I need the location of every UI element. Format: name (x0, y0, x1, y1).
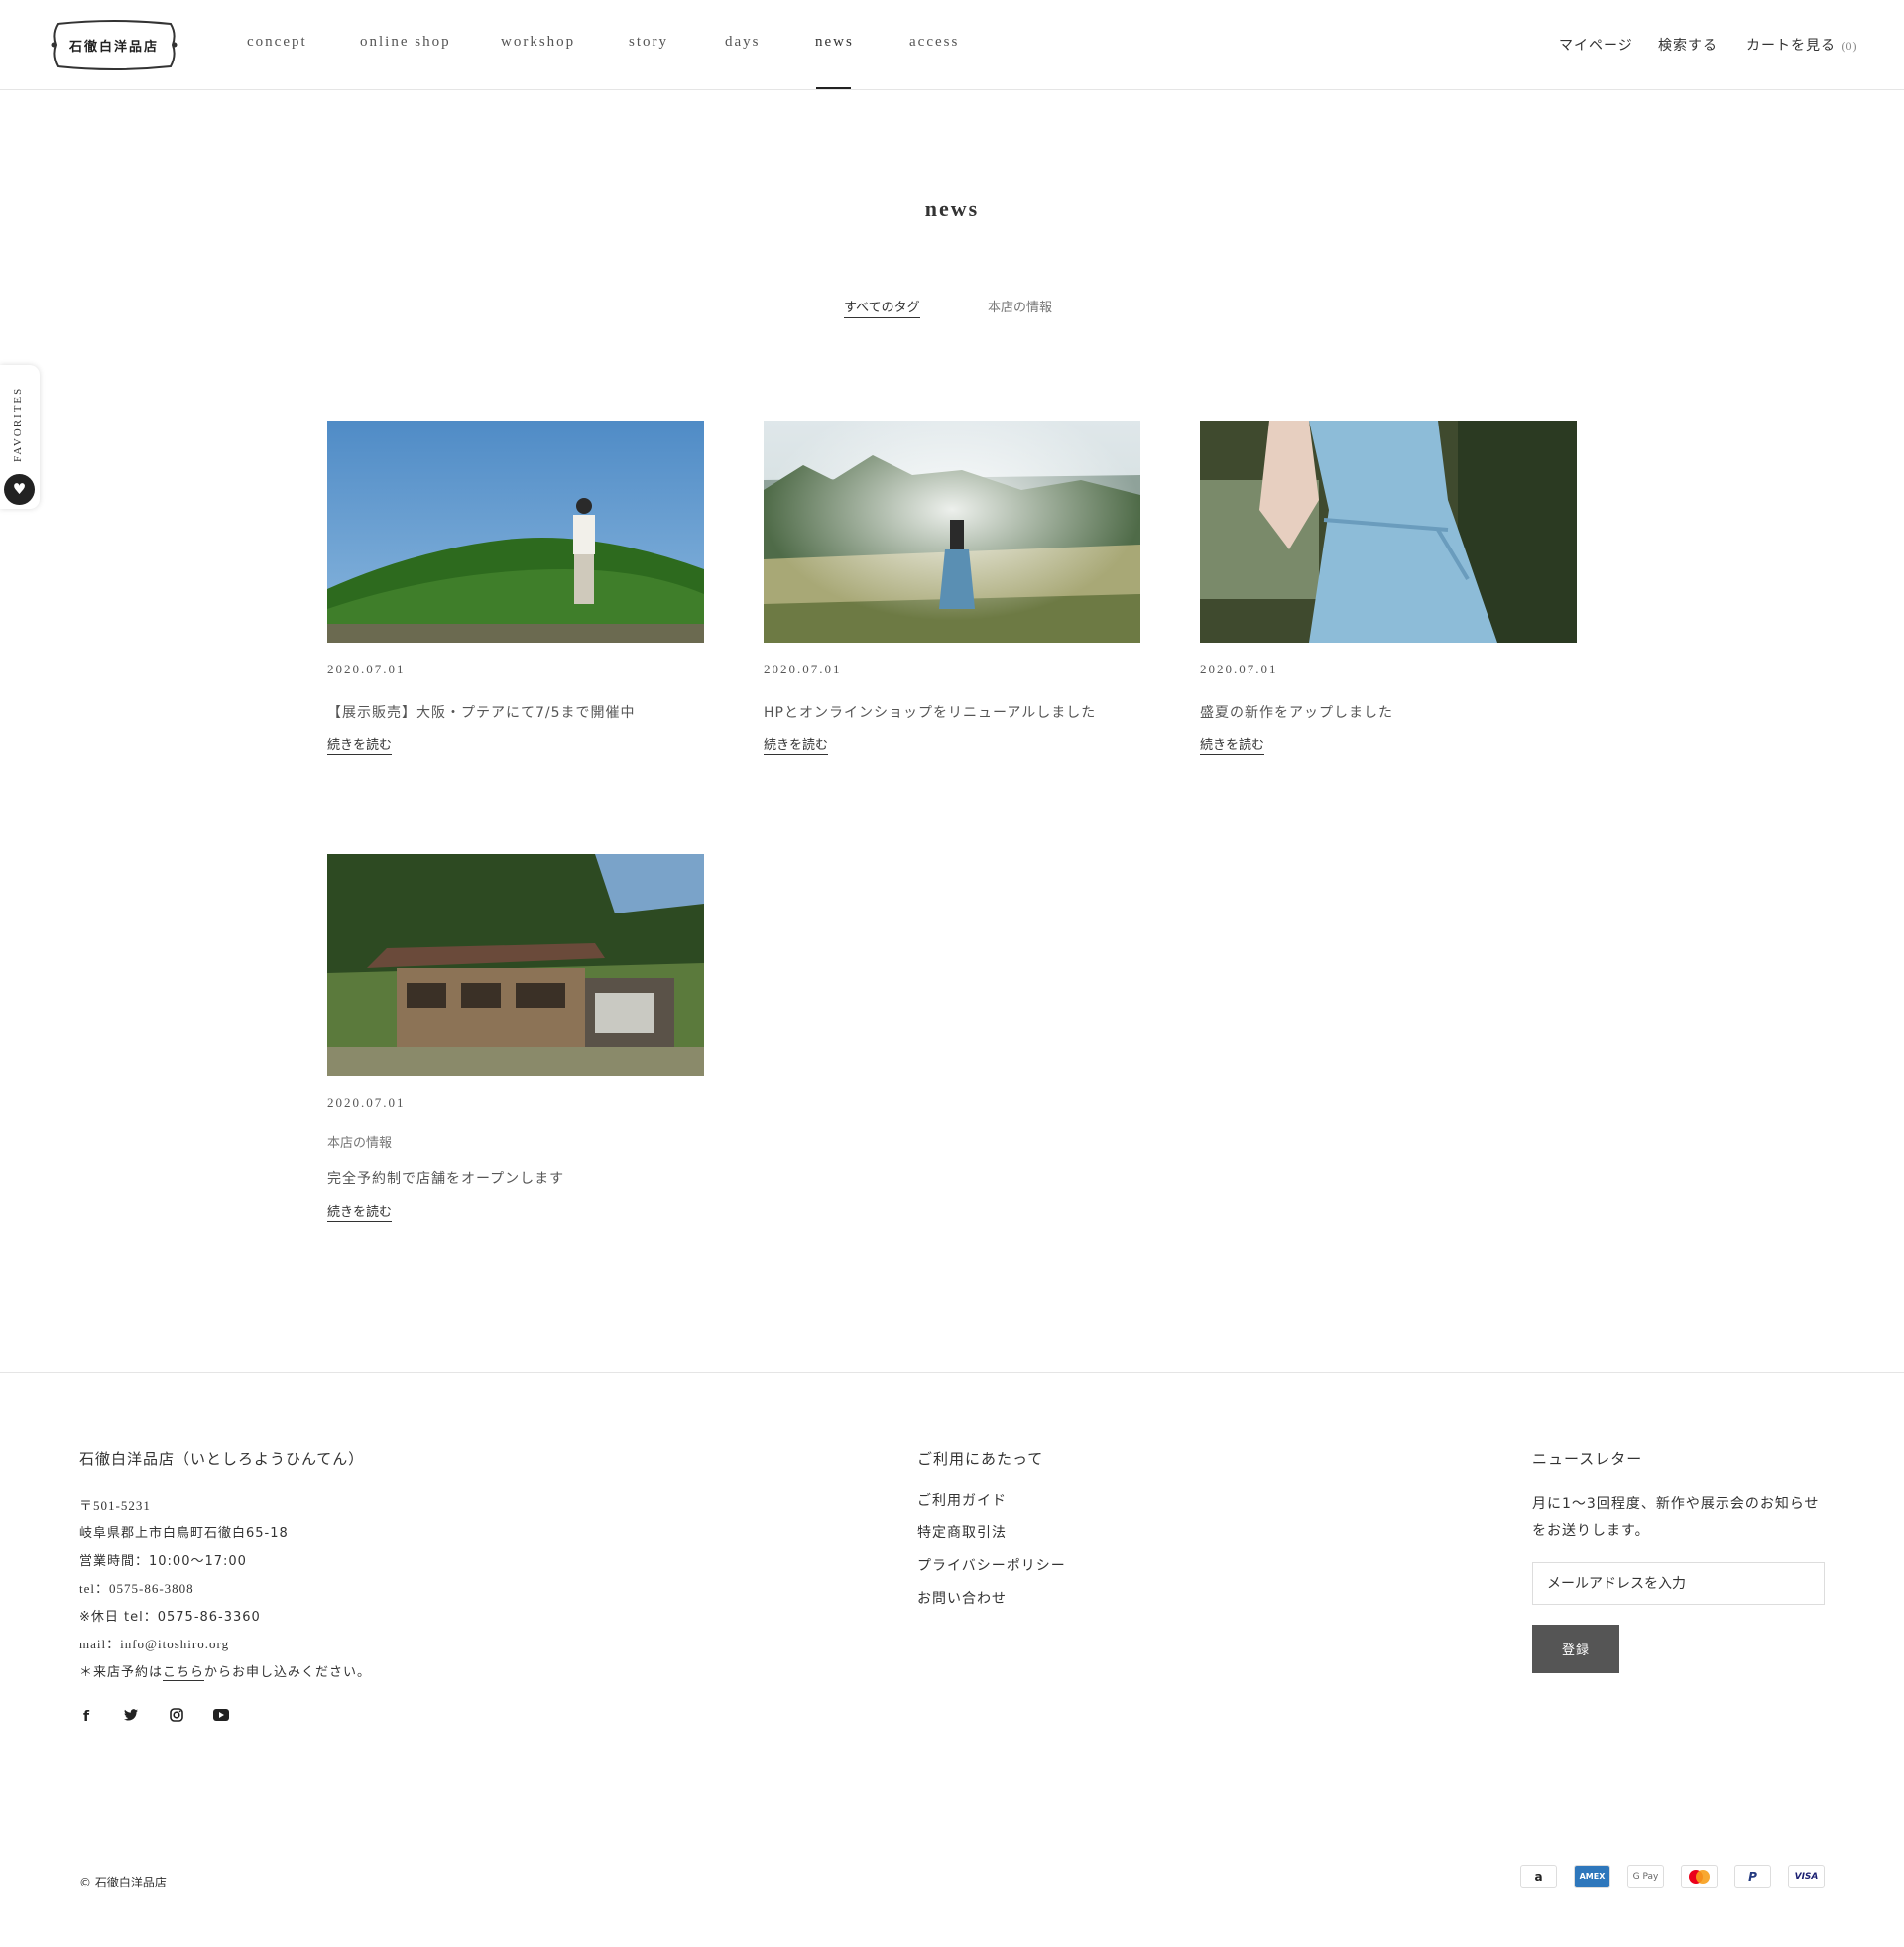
logo[interactable]: 石徹白洋品店 (50, 20, 178, 70)
twitter-icon[interactable] (122, 1708, 140, 1726)
amex-icon: AMEX (1574, 1865, 1610, 1888)
article-title[interactable]: HPとオンラインショップをリニューアルしました (764, 702, 1096, 722)
article-date: 2020.07.01 (327, 1095, 406, 1110)
facebook-icon[interactable]: f (77, 1708, 95, 1726)
footer-mail: mail：info@itoshiro.org (79, 1637, 230, 1651)
nav-workshop[interactable]: workshop (501, 34, 575, 51)
nav-story[interactable]: story (629, 34, 668, 51)
favorites-tab[interactable]: FAVORITES ♥ (0, 365, 40, 509)
article-date: 2020.07.01 (327, 662, 406, 676)
youtube-icon[interactable] (212, 1708, 230, 1726)
footer-postal: 〒501-5231 (79, 1498, 151, 1513)
reservation-suffix: からお申し込みください。 (204, 1665, 372, 1680)
read-more-link[interactable]: 続きを読む (764, 734, 829, 755)
nav-days[interactable]: days (725, 34, 761, 51)
paypal-icon: P (1734, 1865, 1771, 1888)
article-image-wooden-house[interactable] (327, 854, 704, 1076)
reservation-prefix: ＊来店予約は (79, 1665, 164, 1680)
cart-label: カートを見る (1746, 38, 1836, 54)
heart-icon: ♥ (4, 474, 35, 505)
reservation-link[interactable]: こちら (163, 1665, 205, 1681)
article-title[interactable]: 盛夏の新作をアップしました (1200, 702, 1393, 722)
active-nav-indicator (816, 87, 851, 89)
footer-link-contact[interactable]: お問い合わせ (917, 1588, 1007, 1608)
google-pay-icon: G Pay (1627, 1865, 1664, 1888)
footer-about-heading: 石徹白洋品店（いとしろようひんてん） (79, 1450, 365, 1468)
footer-link-privacy[interactable]: プライバシーポリシー (917, 1555, 1066, 1575)
logo-text: 石徹白洋品店 (68, 40, 159, 55)
article-tag[interactable]: 本店の情報 (327, 1132, 392, 1151)
read-more-link[interactable]: 続きを読む (327, 1201, 393, 1222)
article-image-blue-dress[interactable] (1200, 421, 1577, 643)
page-title: news (924, 196, 980, 221)
tag-all[interactable]: すべてのタグ (844, 297, 920, 318)
article-title[interactable]: 完全予約制で店舗をオープンします (327, 1168, 564, 1188)
tag-main-store[interactable]: 本店の情報 (988, 297, 1052, 315)
footer-tel: tel：0575-86-3808 (79, 1581, 194, 1596)
search-link[interactable]: 検索する (1658, 35, 1718, 55)
newsletter-text-line-2: をお送りします。 (1532, 1523, 1650, 1539)
article-title[interactable]: 【展示販売】大阪・プテアにて7/5まで開催中 (327, 702, 636, 722)
nav-news[interactable]: news (815, 34, 854, 51)
newsletter-email-input[interactable] (1532, 1562, 1825, 1605)
read-more-link[interactable]: 続きを読む (327, 734, 393, 755)
cart-count: (0) (1841, 39, 1858, 53)
footer-reservation: ＊来店予約はこちらからお申し込みください。 (79, 1661, 372, 1681)
favorites-label: FAVORITES (12, 386, 24, 462)
copyright: © 石徹白洋品店 (79, 1876, 167, 1889)
site-header: 石徹白洋品店 concept online shop workshop stor… (0, 0, 1904, 90)
read-more-link[interactable]: 続きを読む (1200, 734, 1265, 755)
footer-hours: 営業時間：10:00〜17:00 (79, 1554, 247, 1569)
footer-holiday-tel: ※休日 tel：0575-86-3360 (79, 1610, 261, 1625)
footer-link-guide[interactable]: ご利用ガイド (917, 1490, 1007, 1510)
footer-links-heading: ご利用にあたって (917, 1450, 1044, 1468)
footer-divider (0, 1372, 1904, 1373)
nav-online-shop[interactable]: online shop (360, 34, 451, 51)
article-image-person-on-hill[interactable] (327, 421, 704, 643)
subscribe-button[interactable]: 登録 (1532, 1625, 1619, 1673)
mypage-link[interactable]: マイページ (1559, 35, 1633, 55)
footer-link-commerce-law[interactable]: 特定商取引法 (917, 1522, 1007, 1542)
amazon-pay-icon: a (1520, 1865, 1557, 1888)
newsletter-text-line-1: 月に1〜3回程度、新作や展示会のお知らせ (1532, 1496, 1820, 1512)
article-date: 2020.07.01 (764, 662, 842, 676)
footer-newsletter-heading: ニュースレター (1532, 1450, 1643, 1468)
article-image-woman-in-field[interactable] (764, 421, 1140, 643)
instagram-icon[interactable] (168, 1708, 185, 1726)
article-date: 2020.07.01 (1200, 662, 1278, 676)
mastercard-icon (1681, 1865, 1718, 1888)
footer-address: 岐阜県郡上市白鳥町石徹白65-18 (79, 1526, 289, 1541)
visa-icon: VISA (1788, 1865, 1825, 1888)
cart-link[interactable]: カートを見る (0) (1746, 35, 1857, 55)
nav-concept[interactable]: concept (247, 34, 307, 51)
nav-access[interactable]: access (909, 34, 959, 51)
